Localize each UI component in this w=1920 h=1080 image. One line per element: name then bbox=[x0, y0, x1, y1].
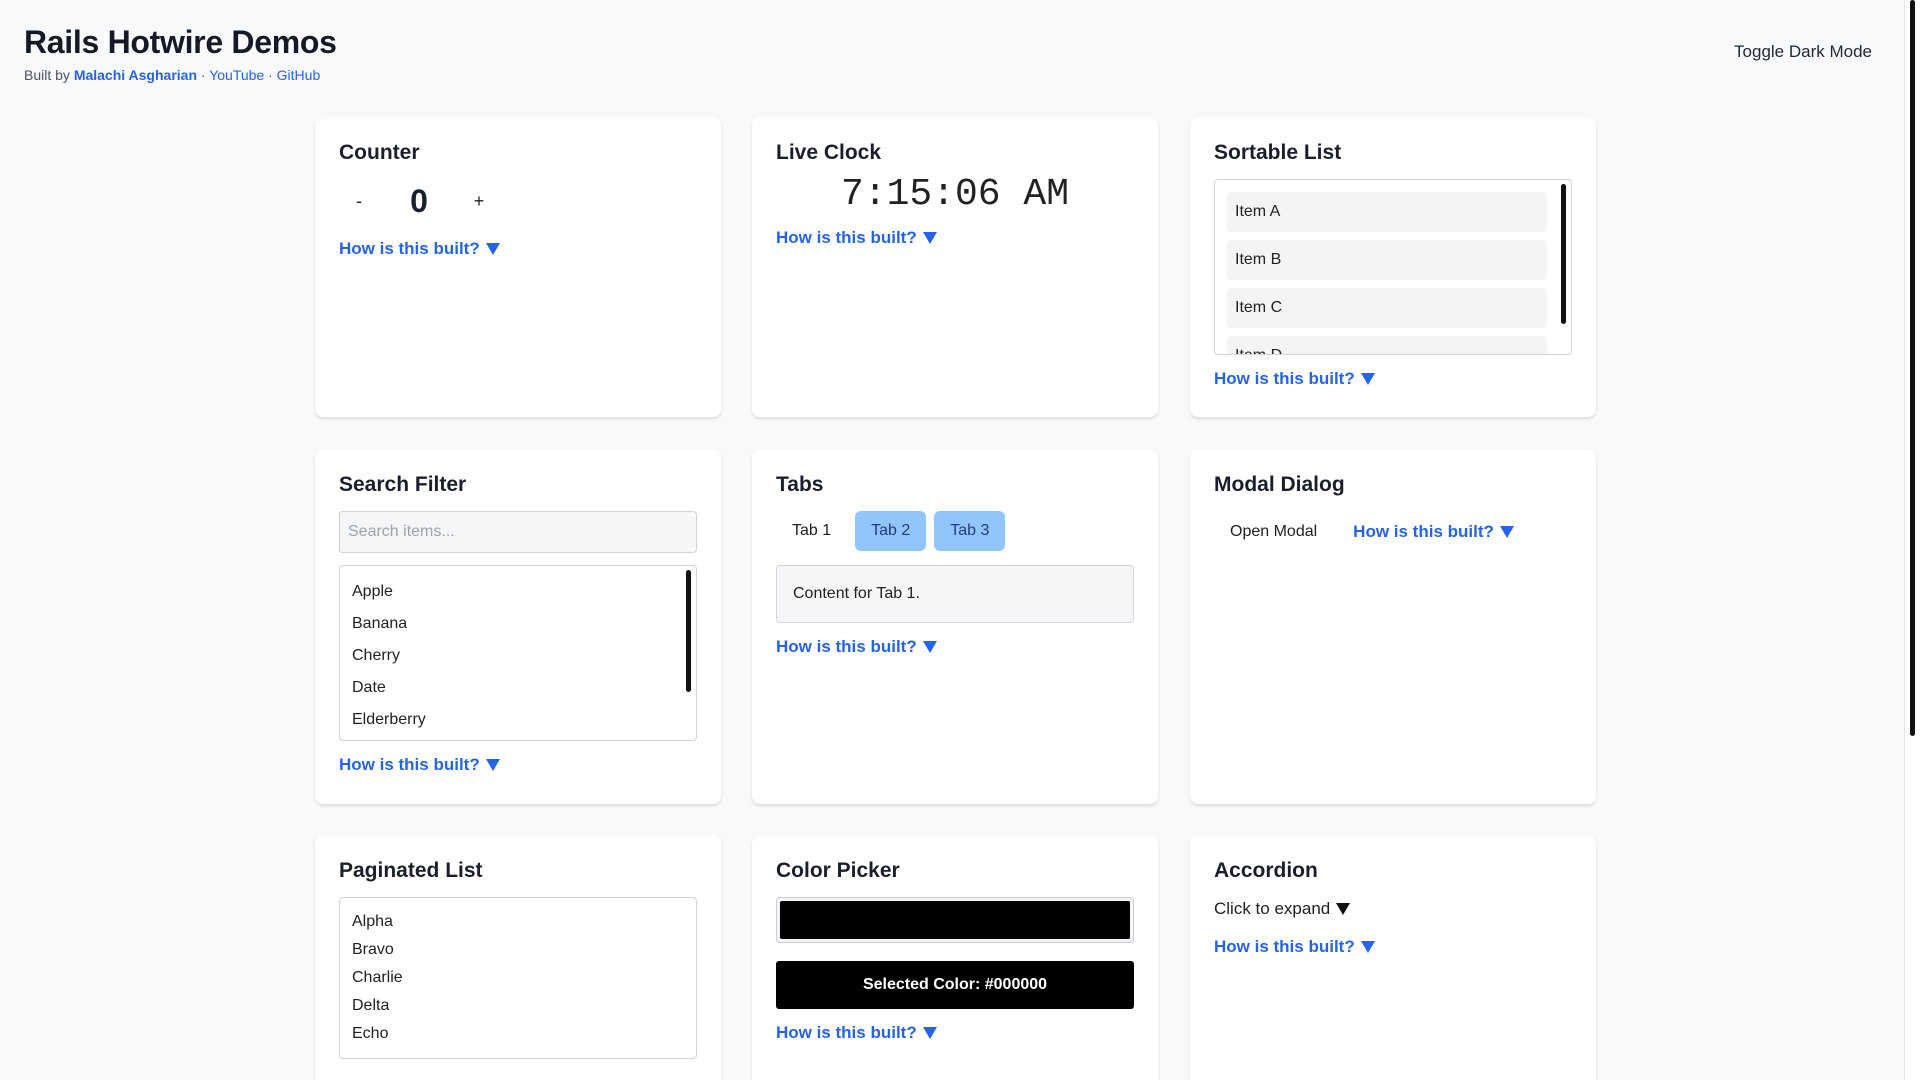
increment-button[interactable]: + bbox=[459, 191, 499, 212]
caret-down-icon bbox=[485, 759, 500, 771]
how-built-label: How is this built? bbox=[776, 637, 917, 656]
accordion-card: Accordion Click to expand How is this bu… bbox=[1190, 835, 1596, 1080]
how-built-toggle[interactable]: How is this built? bbox=[339, 755, 500, 775]
list-item: Banana bbox=[352, 615, 408, 632]
separator: · bbox=[268, 67, 273, 83]
clock-card: Live Clock 7:15:06 AM How is this built? bbox=[752, 117, 1158, 417]
filtered-list: Apple Banana Cherry Date Elderberry bbox=[339, 565, 697, 741]
card-title: Counter bbox=[339, 141, 420, 164]
list-scrollbar-thumb[interactable] bbox=[1561, 184, 1566, 324]
list-item: Charlie bbox=[352, 969, 403, 986]
caret-down-icon bbox=[1499, 526, 1514, 538]
how-built-toggle[interactable]: How is this built? bbox=[1214, 369, 1375, 389]
page-scrollbar[interactable] bbox=[1904, 0, 1920, 1080]
how-built-toggle[interactable]: How is this built? bbox=[776, 228, 937, 248]
sortable-card: Sortable List Item A Item B Item C Item … bbox=[1190, 117, 1596, 417]
github-link[interactable]: GitHub bbox=[277, 67, 321, 83]
caret-down-icon bbox=[922, 641, 937, 653]
list-item: Echo bbox=[352, 1025, 389, 1042]
list-scrollbar-thumb[interactable] bbox=[686, 570, 691, 692]
search-input[interactable] bbox=[339, 511, 697, 553]
list-item: Bravo bbox=[352, 941, 394, 958]
scrollbar-thumb[interactable] bbox=[1910, 0, 1915, 736]
how-built-label: How is this built? bbox=[339, 755, 480, 774]
card-title: Paginated List bbox=[339, 859, 483, 882]
tab-3[interactable]: Tab 3 bbox=[934, 511, 1006, 551]
caret-down-icon bbox=[922, 232, 937, 244]
caret-down-icon bbox=[485, 243, 500, 255]
accordion-label: Click to expand bbox=[1214, 899, 1331, 918]
selected-color-display: Selected Color: #000000 bbox=[776, 961, 1134, 1009]
site-title: Rails Hotwire Demos bbox=[24, 24, 337, 60]
search-filter-card: Search Filter Apple Banana Cherry Date E… bbox=[315, 449, 721, 804]
counter-card: Counter - 0 + How is this built? bbox=[315, 117, 721, 417]
caret-down-icon bbox=[1360, 373, 1375, 385]
how-built-label: How is this built? bbox=[776, 1023, 917, 1042]
how-built-label: How is this built? bbox=[776, 228, 917, 247]
sortable-item[interactable]: Item B bbox=[1227, 240, 1547, 280]
built-by-text: Built by bbox=[24, 67, 70, 83]
tabs-card: Tabs Tab 1 Tab 2 Tab 3 Content for Tab 1… bbox=[752, 449, 1158, 804]
how-built-toggle[interactable]: How is this built? bbox=[1353, 522, 1514, 542]
list-item: Delta bbox=[352, 997, 390, 1014]
color-swatch[interactable] bbox=[780, 901, 1130, 939]
sortable-item[interactable]: Item A bbox=[1227, 192, 1547, 232]
how-built-label: How is this built? bbox=[1353, 522, 1494, 541]
counter-controls: - 0 + bbox=[339, 181, 697, 221]
card-title: Modal Dialog bbox=[1214, 473, 1345, 496]
site-header: Rails Hotwire Demos Built by Malachi Asg… bbox=[24, 24, 337, 83]
card-title: Live Clock bbox=[776, 141, 882, 164]
sortable-list[interactable]: Item A Item B Item C Item D bbox=[1214, 179, 1572, 355]
card-title: Sortable List bbox=[1214, 141, 1342, 164]
separator: · bbox=[200, 67, 206, 83]
tab-1[interactable]: Tab 1 bbox=[776, 511, 847, 551]
tab-2[interactable]: Tab 2 bbox=[855, 511, 927, 551]
card-title: Tabs bbox=[776, 473, 824, 496]
card-title: Accordion bbox=[1214, 859, 1318, 882]
sortable-item[interactable]: Item C bbox=[1227, 288, 1547, 328]
modal-card: Modal Dialog Open Modal How is this buil… bbox=[1190, 449, 1596, 804]
byline: Built by Malachi Asgharian · YouTube · G… bbox=[24, 67, 337, 83]
tab-bar: Tab 1 Tab 2 Tab 3 bbox=[776, 511, 1134, 551]
card-title: Color Picker bbox=[776, 859, 900, 882]
color-input[interactable] bbox=[776, 897, 1134, 943]
accordion-toggle[interactable]: Click to expand bbox=[1214, 899, 1351, 919]
list-item: Elderberry bbox=[352, 711, 426, 728]
how-built-label: How is this built? bbox=[1214, 937, 1355, 956]
list-item: Cherry bbox=[352, 647, 401, 664]
counter-value: 0 bbox=[410, 182, 428, 219]
how-built-toggle[interactable]: How is this built? bbox=[776, 637, 937, 657]
clock-display: 7:15:06 AM bbox=[840, 173, 1070, 216]
open-modal-button[interactable]: Open Modal bbox=[1214, 523, 1333, 541]
toggle-dark-mode-button[interactable]: Toggle Dark Mode bbox=[1734, 42, 1872, 62]
how-built-toggle[interactable]: How is this built? bbox=[1214, 937, 1375, 957]
sortable-item[interactable]: Item D bbox=[1227, 336, 1547, 354]
how-built-label: How is this built? bbox=[339, 239, 480, 258]
caret-down-icon bbox=[1336, 903, 1351, 915]
how-built-label: How is this built? bbox=[1214, 369, 1355, 388]
color-picker-card: Color Picker Selected Color: #000000 How… bbox=[752, 835, 1158, 1080]
modal-controls: Open Modal How is this built? bbox=[1214, 511, 1572, 553]
caret-down-icon bbox=[1360, 941, 1375, 953]
list-item: Alpha bbox=[352, 913, 393, 930]
how-built-toggle[interactable]: How is this built? bbox=[776, 1023, 937, 1043]
list-item: Date bbox=[352, 679, 386, 696]
card-title: Search Filter bbox=[339, 473, 467, 496]
author-link[interactable]: Malachi Asgharian bbox=[74, 67, 197, 83]
youtube-link[interactable]: YouTube bbox=[209, 67, 264, 83]
paginated-list: Alpha Bravo Charlie Delta Echo bbox=[339, 897, 697, 1059]
caret-down-icon bbox=[922, 1027, 937, 1039]
tab-content-panel: Content for Tab 1. bbox=[776, 565, 1134, 623]
decrement-button[interactable]: - bbox=[339, 191, 379, 212]
how-built-toggle[interactable]: How is this built? bbox=[339, 239, 500, 259]
paginated-list-card: Paginated List Alpha Bravo Charlie Delta… bbox=[315, 835, 721, 1080]
list-item: Apple bbox=[352, 583, 393, 600]
